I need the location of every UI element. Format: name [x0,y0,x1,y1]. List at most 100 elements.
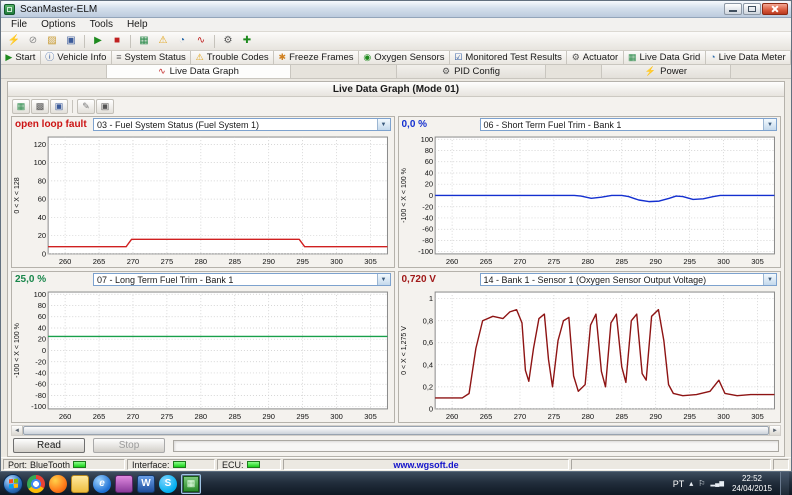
tab-power[interactable]: ⚡ Power [601,64,731,78]
connect-icon[interactable]: ⚡ [5,33,23,49]
flag-icon[interactable]: ⚐ [698,479,705,488]
svg-text:-40: -40 [422,213,433,222]
pid-select-long-term-fuel-trim[interactable]: 07 - Long Term Fuel Trim - Bank 1 ▼ [93,273,391,286]
tab-pid-config[interactable]: ⚙ PID Config [396,64,546,78]
chevron-down-icon[interactable]: ▼ [376,274,390,285]
skype-icon[interactable]: S [159,474,177,493]
tab-system-status[interactable]: ≡ System Status [111,51,192,64]
scrollbar-thumb[interactable] [23,426,769,435]
chart-value-long-term-fuel-trim: 25,0 % [15,274,47,285]
pid-select-o2-sensor-voltage[interactable]: 14 - Bank 1 - Sensor 1 (Oxygen Sensor Ou… [479,273,777,286]
chart-body: 260 265 270 275 280 285 290 295 300 305 0 0,2 0,4 0,6… [399,287,781,422]
chart-body: 260 265 270 275 280 285 290 295 300 305 -100 -80 -60… [12,287,394,422]
svg-text:280: 280 [581,412,594,421]
chart-panel-long-term-fuel-trim: 25,0 % 07 - Long Term Fuel Trim - Bank 1… [11,271,395,423]
tab-trouble-codes[interactable]: ⚠ Trouble Codes [191,51,275,64]
menu-file[interactable]: File [4,19,34,30]
chevron-down-icon[interactable]: ▼ [376,119,390,130]
chart-value-short-term-fuel-trim: 0,0 % [401,119,428,130]
start-button[interactable] [3,473,23,494]
svg-text:270: 270 [127,257,140,266]
svg-text:60: 60 [38,195,46,204]
tab-live-data-graph[interactable]: ∿ Live Data Graph [106,64,291,78]
tab-actuator[interactable]: ⚙ Actuator [567,51,624,64]
chart-value-o2-sensor-voltage: 0,720 V [401,274,436,285]
status-bar: Port: BlueTooth Interface: ECU: www.wgso… [1,457,791,471]
status-interface: Interface: [127,459,215,470]
tab-oxygen-sensors[interactable]: ◉ Oxygen Sensors [358,51,450,64]
tab-live-data-grid[interactable]: ▦ Live Data Grid [623,51,706,64]
internet-explorer-icon[interactable]: e [93,474,111,493]
read-icon[interactable]: ▶ [89,33,107,49]
word-icon[interactable]: W [137,474,155,493]
svg-text:270: 270 [127,412,140,421]
add-graph-icon[interactable]: ▦ [12,98,30,114]
svg-text:40: 40 [38,324,46,333]
website-link[interactable]: www.wgsoft.de [288,460,564,470]
live-data-graph-panel: Live Data Graph (Mode 01) ▦ ▩ ▣ ✎ ▣ open… [7,81,785,457]
chevron-down-icon[interactable]: ▼ [763,119,776,130]
svg-text:270: 270 [513,412,526,421]
chart-canvas-fuel-system-status: 260 265 270 275 280 285 290 295 300 305 0 20 40 60 80 1… [14,136,388,266]
minimize-button[interactable] [724,3,742,15]
pid-select-short-term-fuel-trim[interactable]: 06 - Short Term Fuel Trim - Bank 1 ▼ [479,118,777,131]
hidden-icons-arrow[interactable]: ▴ [689,479,693,488]
graph-icon[interactable]: ∿ [192,33,210,49]
stop-icon[interactable]: ■ [108,33,126,49]
trouble-codes-icon[interactable]: ⚠ [154,33,172,49]
network-icon[interactable]: ▂▄▆ [710,481,723,487]
config-gear-icon: ⚙ [441,66,451,76]
svg-text:100: 100 [34,290,47,299]
explorer-folder-icon[interactable] [71,474,89,493]
svg-text:0: 0 [428,191,432,200]
add-icon[interactable]: ✚ [238,33,256,49]
svg-text:120: 120 [34,140,47,149]
firefox-icon[interactable] [49,474,67,493]
svg-text:280: 280 [581,257,594,266]
svg-text:260: 260 [445,257,458,266]
read-button[interactable]: Read [13,438,85,453]
desktop-screen: ScanMaster-ELM File Options Tools Help ⚡… [0,0,792,495]
chrome-icon[interactable] [27,474,45,493]
disconnect-icon[interactable]: ⊘ [24,33,42,49]
settings-icon[interactable]: ⚙ [219,33,237,49]
chevron-down-icon[interactable]: ▼ [763,274,776,285]
svg-text:40: 40 [424,169,432,178]
tab-monitored-test-results[interactable]: ☑ Monitored Test Results [449,51,568,64]
status-website: www.wgsoft.de [283,459,569,470]
graph-layout-icon[interactable]: ▩ [31,98,49,114]
svg-text:295: 295 [296,412,309,421]
tab-vehicle-info[interactable]: ⓘ Vehicle Info [40,51,112,64]
scroll-left-icon[interactable]: ◄ [12,426,23,435]
freeze-frame-icon: ✱ [278,52,287,62]
language-indicator[interactable]: PT [673,479,685,489]
svg-text:-100 < X < 100 %: -100 < X < 100 % [14,323,21,378]
save-icon[interactable]: ▣ [62,33,80,49]
open-icon[interactable]: ▨ [43,33,61,49]
stop-button[interactable]: Stop [93,438,165,453]
svg-text:275: 275 [161,412,174,421]
svg-text:285: 285 [228,257,241,266]
svg-text:-40: -40 [35,368,46,377]
data-grid-icon[interactable]: ▦ [135,33,153,49]
scroll-right-icon[interactable]: ► [769,426,780,435]
scanmaster-taskbar-button[interactable]: ▦ [181,473,201,494]
media-player-icon[interactable] [115,474,133,493]
taskbar-clock[interactable]: 22:52 24/04/2015 [729,474,775,494]
tab-live-data-meter[interactable]: ◔ Live Data Meter [705,51,792,64]
edit-icon[interactable]: ✎ [77,98,95,114]
meter-icon[interactable]: ◔ [173,33,191,49]
tab-freeze-frames[interactable]: ✱ Freeze Frames [274,51,359,64]
title-bar[interactable]: ScanMaster-ELM [1,1,791,18]
maximize-button[interactable] [743,3,761,15]
tab-start[interactable]: ▶ Start [1,51,41,64]
menu-help[interactable]: Help [120,19,155,30]
show-desktop-button[interactable] [780,471,789,495]
close-button[interactable] [762,3,788,15]
save-graph-icon[interactable]: ▣ [50,98,68,114]
horizontal-scrollbar[interactable]: ◄ ► [11,425,781,436]
menu-tools[interactable]: Tools [83,19,120,30]
pid-select-fuel-system-status[interactable]: 03 - Fuel System Status (Fuel System 1) … [93,118,391,131]
print-icon[interactable]: ▣ [96,98,114,114]
menu-options[interactable]: Options [34,19,82,30]
